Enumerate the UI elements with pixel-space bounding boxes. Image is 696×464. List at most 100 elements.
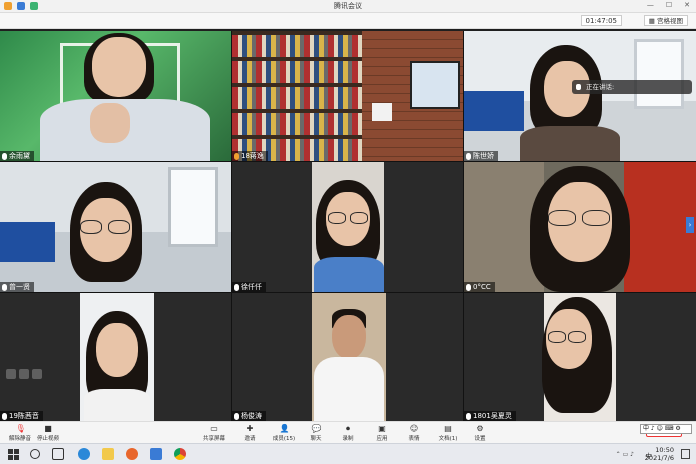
share-screen-icon: ▭ — [210, 424, 218, 433]
speaking-indicator: 正在讲话: — [572, 80, 692, 94]
windows-start-icon[interactable] — [8, 449, 19, 460]
speaker-mic-icon — [576, 84, 581, 90]
window — [634, 39, 684, 109]
window-title: 腾讯会议 — [334, 2, 362, 10]
video-button[interactable]: ■ 停止视频 — [28, 424, 68, 442]
reactions-label: 表情 — [408, 436, 420, 442]
mic-icon — [2, 152, 7, 160]
gear-icon: ⚙ — [476, 424, 484, 433]
clock-time: 10:50 — [655, 446, 674, 454]
share-label: 共享屏幕 — [202, 436, 225, 442]
taskbar-clock[interactable]: 10:50 2021/7/6 — [645, 446, 674, 462]
mic-icon — [234, 412, 239, 420]
edge-icon[interactable] — [78, 448, 90, 460]
more-icon[interactable] — [32, 369, 42, 379]
record-label: 录制 — [342, 436, 354, 442]
camera-switch-icon[interactable] — [19, 369, 29, 379]
settings-button[interactable]: ⚙ 设置 — [460, 424, 500, 442]
ime-toolbar[interactable]: 中 ♪ ☺ ⌨ ⚙ — [640, 424, 692, 434]
video-grid: 余雨黛 18蒋逸 正在讲话: 陈世娇 曾一贤 徐仟仟 › 0°CC 19陈茜音 … — [0, 31, 696, 421]
mic-icon — [466, 152, 471, 160]
blue-sofa — [0, 222, 55, 262]
file-explorer-icon[interactable] — [102, 448, 114, 460]
tencent-meeting-icon[interactable] — [150, 448, 162, 460]
glasses — [582, 210, 610, 226]
clock-date: 2021/7/6 — [644, 454, 674, 462]
notification-icon[interactable] — [681, 449, 690, 459]
meeting-header: 01:47:05 ▦ 宫格视图 — [0, 13, 696, 29]
glasses — [568, 331, 586, 343]
emoji-icon: ☺ — [409, 424, 419, 433]
taskbar: ⌃ ▭ ♪ 中 10:50 2021/7/6 — [0, 443, 696, 464]
document-icon: ▤ — [444, 424, 452, 433]
search-icon[interactable] — [30, 449, 40, 459]
speaker-box — [372, 103, 392, 121]
mic-icon — [2, 283, 7, 291]
chat-label: 聊天 — [310, 436, 322, 442]
video-tile[interactable]: 曾一贤 — [0, 162, 231, 292]
members-icon: 👤 — [279, 424, 290, 433]
tv-screen — [410, 61, 460, 109]
close-icon[interactable]: ✕ — [684, 1, 690, 9]
glasses — [548, 331, 566, 343]
participant-name: 曾一贤 — [9, 283, 30, 291]
tile-controls — [6, 369, 42, 379]
mic-icon — [466, 412, 471, 420]
body — [520, 126, 620, 161]
participant-name: 19陈茜音 — [9, 412, 39, 420]
video-tile[interactable]: 杨俊涛 — [232, 293, 463, 421]
body — [314, 257, 384, 292]
body — [314, 357, 384, 421]
members-label: 成员(15) — [272, 436, 296, 442]
chrome-icon[interactable] — [174, 448, 186, 460]
participant-name-bar: 19陈茜音 — [0, 411, 43, 421]
glasses — [548, 210, 576, 226]
maximize-icon[interactable]: ☐ — [666, 1, 672, 9]
glasses — [108, 220, 130, 234]
face — [96, 323, 138, 377]
apps-label: 应用 — [376, 436, 388, 442]
title-bar: 腾讯会议 — ☐ ✕ — [0, 0, 696, 13]
glasses — [350, 212, 368, 224]
grid-view-label: 宫格视图 — [657, 17, 683, 25]
window — [168, 167, 218, 247]
video-tile[interactable]: 徐仟仟 — [232, 162, 463, 292]
grid-icon: ▦ — [648, 17, 655, 25]
system-tray[interactable]: ⌃ ▭ ♪ — [616, 451, 634, 458]
participant-name: 余雨黛 — [9, 152, 30, 160]
blue-sofa — [464, 91, 524, 131]
video-tile[interactable]: › 0°CC — [464, 162, 696, 292]
body — [84, 389, 150, 421]
participant-name: 徐仟仟 — [241, 283, 262, 291]
video-tile[interactable]: 正在讲话: 陈世娇 — [464, 31, 696, 161]
mic-icon — [2, 412, 7, 420]
next-page-icon[interactable]: › — [686, 217, 694, 233]
minimize-icon[interactable]: — — [647, 1, 654, 9]
video-tile[interactable]: 余雨黛 — [0, 31, 231, 161]
camera-icon: ■ — [44, 424, 52, 433]
grid-view-button[interactable]: ▦ 宫格视图 — [643, 15, 688, 26]
video-tile[interactable]: 1801吴夏灵 — [464, 293, 696, 421]
task-view-icon[interactable] — [52, 448, 64, 460]
share-screen-button[interactable]: ▭ 共享屏幕 — [194, 424, 234, 442]
participant-name-bar: 1801吴夏灵 — [464, 411, 516, 421]
participant-name: 0°CC — [473, 283, 491, 291]
window-controls: — ☐ ✕ — [647, 1, 690, 9]
face — [92, 37, 146, 97]
video-label: 停止视频 — [36, 436, 59, 442]
layout-icon[interactable] — [6, 369, 16, 379]
participant-name: 18蒋逸 — [241, 152, 264, 160]
meeting-timer: 01:47:05 — [580, 15, 622, 26]
participant-name: 杨俊涛 — [241, 412, 262, 420]
invite-icon: ✚ — [246, 424, 254, 433]
record-icon: ⏺ — [346, 424, 350, 433]
mic-icon — [234, 152, 239, 160]
video-tile[interactable]: 18蒋逸 — [232, 31, 463, 161]
participant-name-bar: 陈世娇 — [464, 151, 498, 161]
firefox-icon[interactable] — [126, 448, 138, 460]
mic-icon: 🎙 — [15, 424, 26, 433]
video-tile[interactable]: 19陈茜音 — [0, 293, 231, 421]
participant-name-bar: 18蒋逸 — [232, 151, 268, 161]
glasses — [80, 220, 102, 234]
settings-label: 设置 — [474, 436, 486, 442]
